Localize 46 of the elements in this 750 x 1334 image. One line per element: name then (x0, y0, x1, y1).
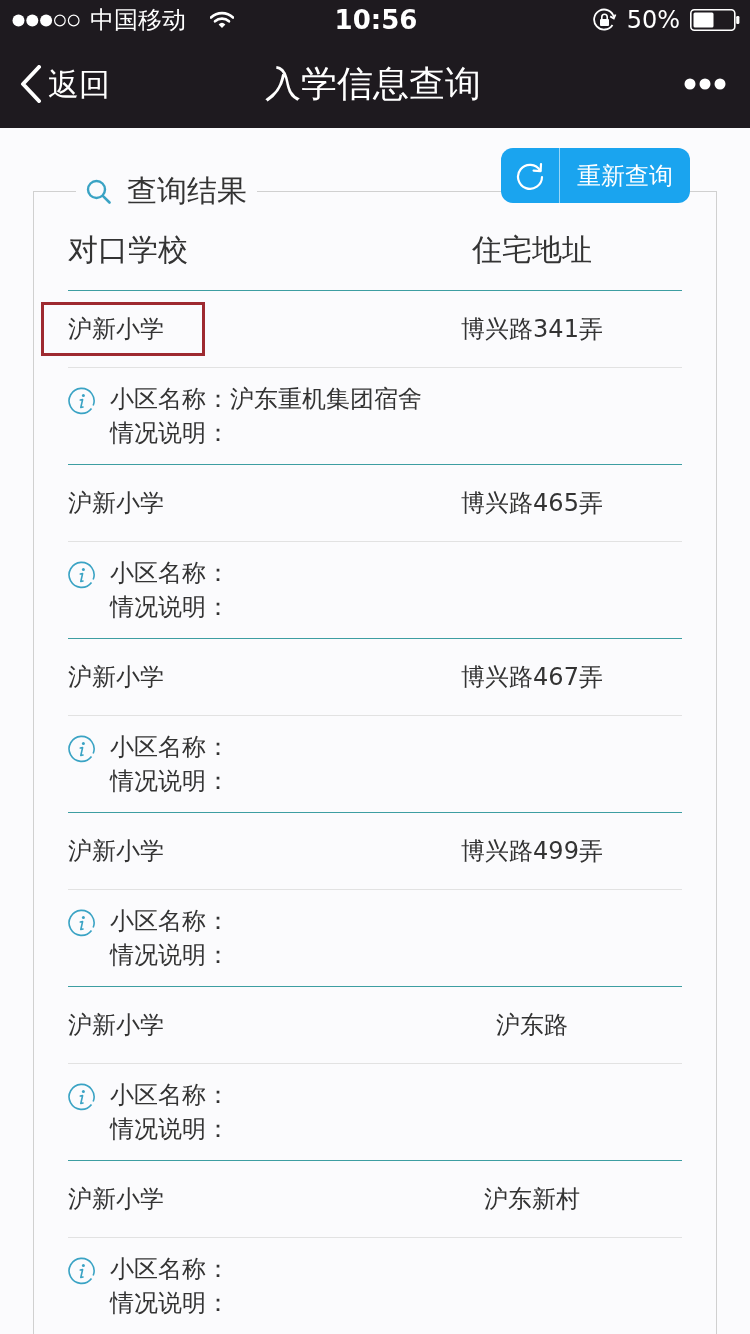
school-name: 沪新小学 (68, 314, 164, 344)
column-header: 住宅地址 (472, 231, 592, 268)
battery-percentage: 50% (626, 5, 680, 35)
address-text: 沪东路 (496, 1010, 568, 1040)
page-title: 入学信息查询 (265, 62, 481, 106)
back-button[interactable]: 返回 (20, 64, 110, 104)
situation-note-text: 情况说明： (110, 1288, 230, 1319)
column-header: 对口学校 (68, 231, 188, 268)
info-icon (68, 1083, 96, 1111)
school-name: 沪新小学 (68, 1184, 164, 1214)
signal-strength-icon (12, 13, 80, 27)
refresh-icon (515, 160, 545, 191)
school-name: 沪新小学 (68, 836, 164, 866)
situation-note-text: 情况说明： (110, 766, 230, 797)
address-text: 博兴路467弄 (461, 662, 603, 692)
community-name-text: 小区名称： (110, 558, 230, 589)
rotation-lock-icon (591, 7, 617, 33)
situation-note-text: 情况说明： (110, 592, 230, 623)
school-name: 沪新小学 (68, 662, 164, 692)
address-text: 沪东新村 (484, 1184, 580, 1214)
wifi-icon (210, 11, 234, 29)
address-text: 博兴路465弄 (461, 488, 603, 518)
info-icon (68, 561, 96, 589)
school-name: 沪新小学 (68, 1010, 164, 1040)
back-chevron-icon (20, 65, 42, 103)
info-icon (68, 735, 96, 763)
info-icon (68, 1257, 96, 1285)
address-text: 博兴路341弄 (461, 314, 603, 344)
address-text: 博兴路499弄 (461, 836, 603, 866)
community-name-text: 小区名称： (110, 1080, 230, 1111)
carrier-name: 中国移动 (90, 5, 186, 35)
search-icon (86, 178, 111, 204)
community-name-text: 小区名称： (110, 732, 230, 763)
situation-note-text: 情况说明： (110, 418, 231, 449)
info-icon (68, 909, 96, 937)
more-menu-icon[interactable] (684, 78, 726, 90)
info-icon (68, 387, 96, 415)
community-name-text: 小区名称： (110, 1254, 230, 1285)
school-name: 沪新小学 (68, 488, 164, 518)
community-name-text: 小区名称： (110, 906, 230, 937)
clock-time: 10:56 (334, 5, 418, 35)
situation-note-text: 情况说明： (110, 1114, 230, 1145)
battery-icon (690, 9, 740, 31)
situation-note-text: 情况说明： (110, 940, 230, 971)
panel-title: 查询结果 (127, 173, 247, 209)
community-name-text: 小区名称：沪东重机集团宿舍 (110, 384, 422, 415)
